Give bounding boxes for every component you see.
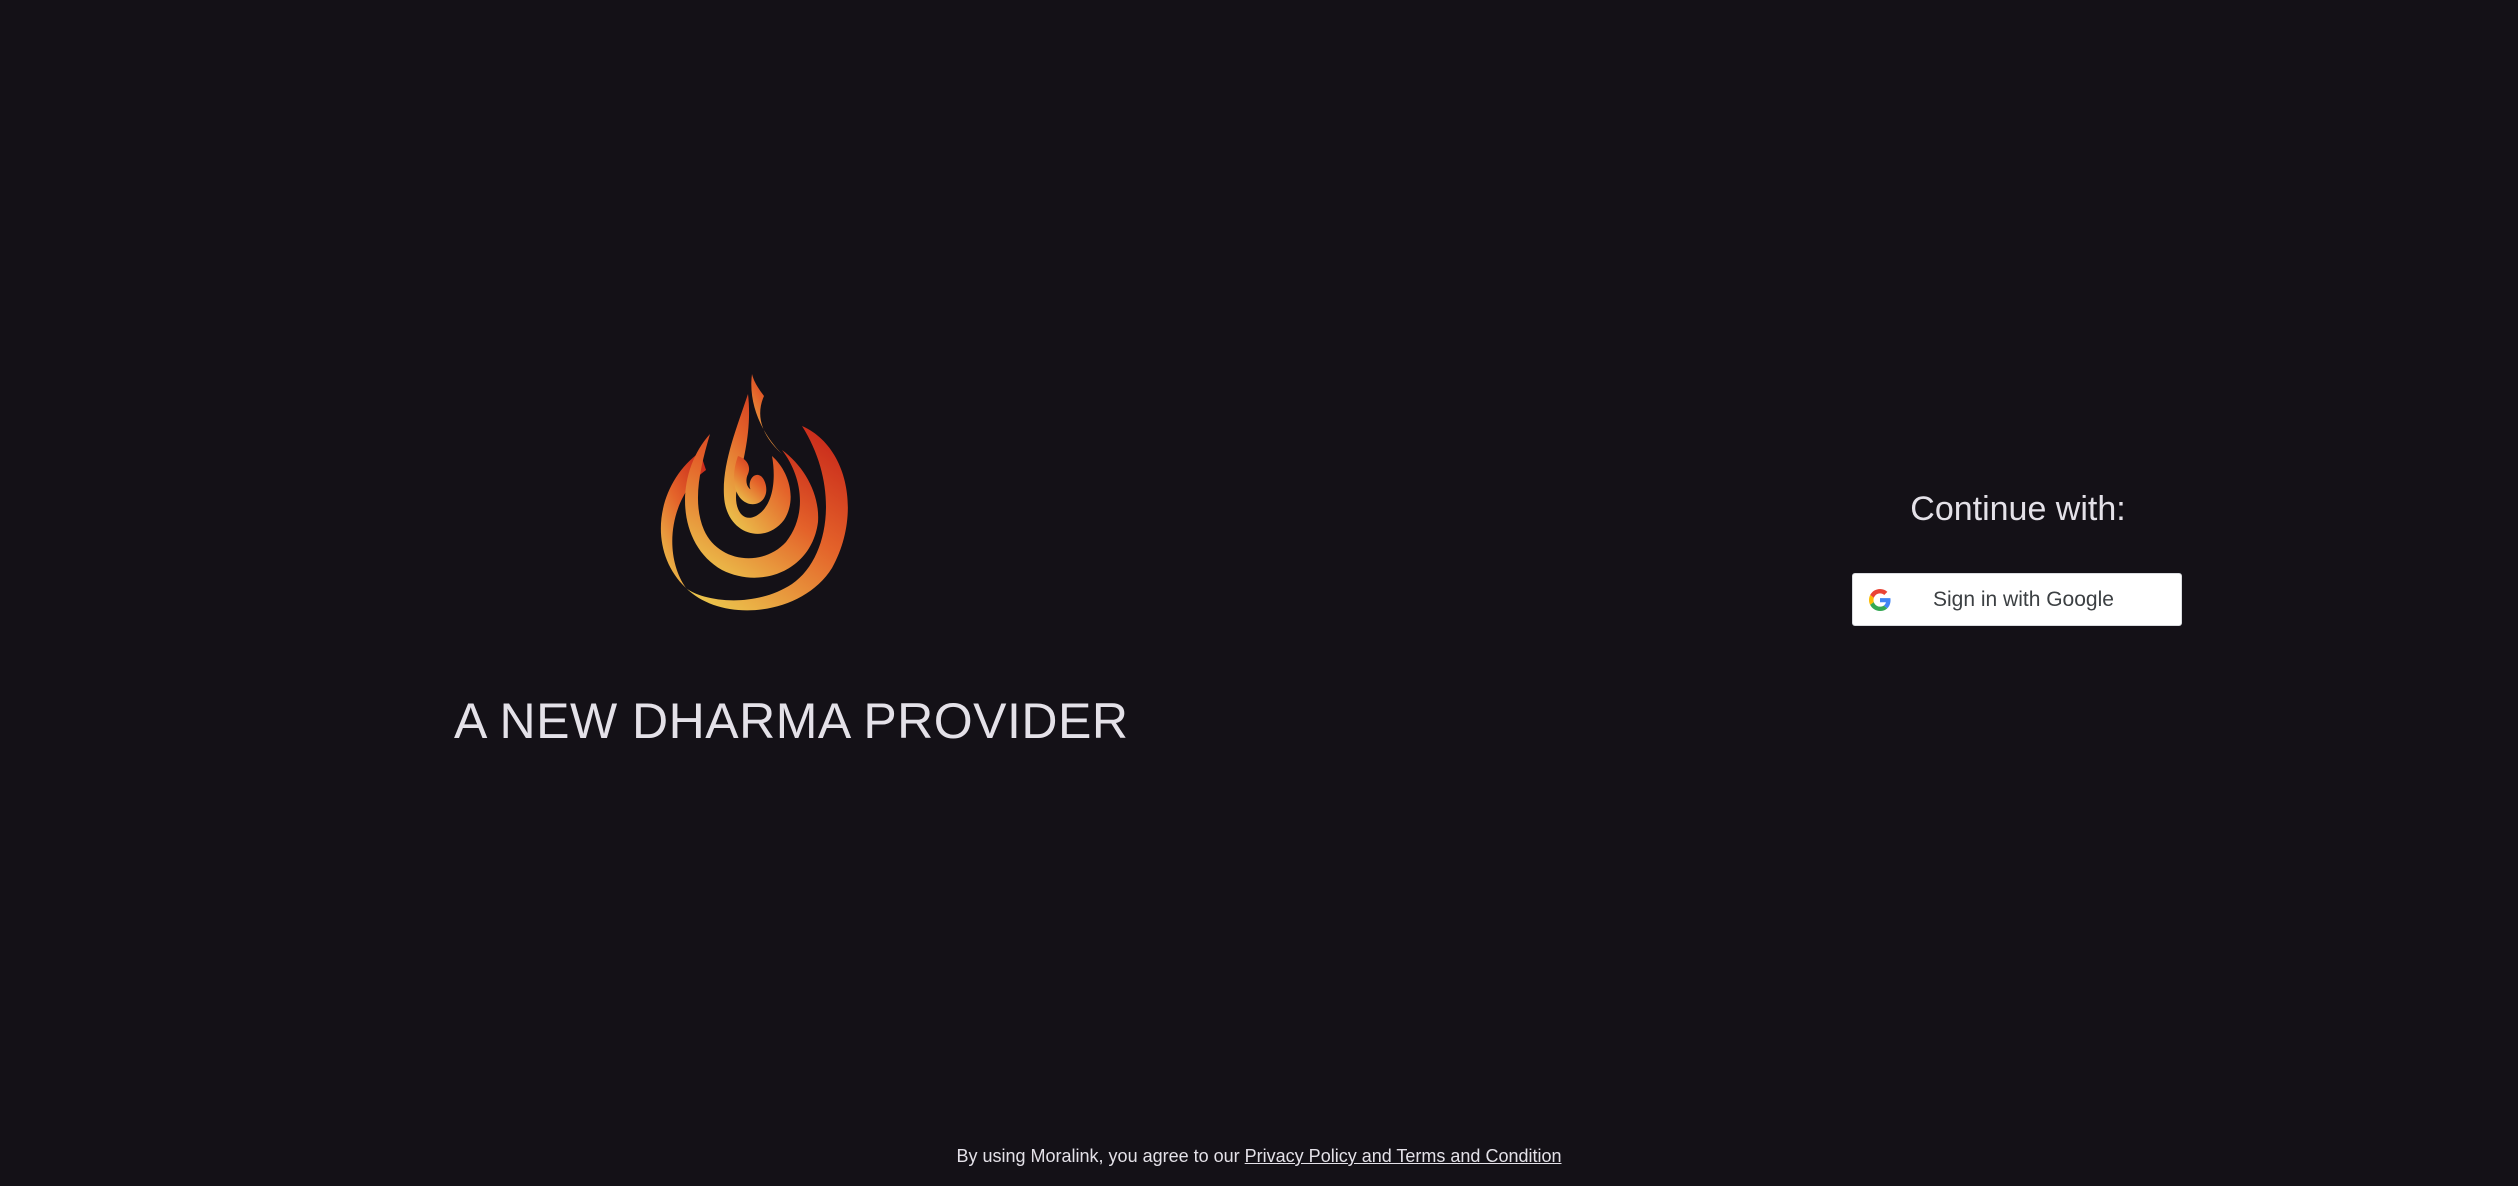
footer: By using Moralink, you agree to our Priv… xyxy=(0,1146,2518,1167)
continue-heading: Continue with: xyxy=(1910,490,2126,528)
flame-spiral-logo xyxy=(660,374,848,611)
tagline: A NEW DHARMA PROVIDER xyxy=(454,693,1129,749)
google-sign-in-button[interactable]: Sign in with Google xyxy=(1852,573,2182,626)
footer-text: By using Moralink, you agree to our xyxy=(956,1146,1240,1166)
privacy-terms-link[interactable]: Privacy Policy and Terms and Condition xyxy=(1245,1146,1562,1166)
google-button-label: Sign in with Google xyxy=(1933,587,2114,611)
auth-panel: Continue with: Sign in with Google xyxy=(1852,490,2184,626)
google-icon xyxy=(1869,588,1891,611)
login-page: A NEW DHARMA PROVIDER Continue with: Sig… xyxy=(0,0,2518,1186)
